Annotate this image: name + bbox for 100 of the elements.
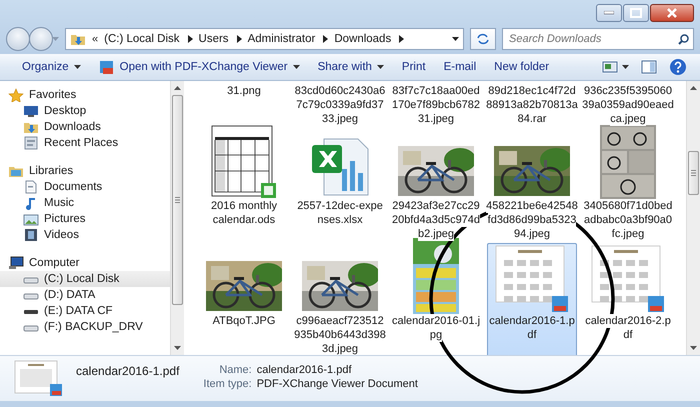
file-name: calendar2016-01.j (392, 314, 480, 328)
caret-icon[interactable] (452, 37, 459, 41)
chevron-icon[interactable] (188, 35, 193, 43)
nav-item[interactable]: Favorites (0, 87, 170, 103)
caret-icon (52, 37, 59, 41)
toolbar-button[interactable]: New folder (486, 58, 558, 76)
toolbar-button[interactable]: Print (394, 58, 434, 76)
file-name: 458221be6e42548 (486, 199, 578, 213)
nav-item[interactable]: Recent Places (0, 135, 170, 151)
search-icon (678, 34, 689, 44)
property-label: Item type: (203, 378, 252, 390)
nav-item[interactable]: Pictures (0, 211, 170, 227)
nav-item[interactable]: Desktop (0, 103, 170, 119)
breadcrumb[interactable]: Users (198, 33, 229, 45)
file-name: calendar2016-1.p (489, 314, 575, 328)
grip-icon (175, 197, 180, 203)
file-name: 33.jpeg (322, 112, 358, 126)
file-item[interactable]: 2557-12dec-expe nses.xlsx (295, 128, 385, 243)
file-name: fd3d86d99ba5323 (488, 213, 576, 227)
file-item[interactable]: 458221be6e42548 fd3d86d99ba5323 94.jpeg (487, 128, 577, 243)
toolbar-button[interactable]: E-mail (436, 58, 484, 76)
documents-icon (23, 180, 39, 194)
file-item[interactable]: c996aeacf723512 935b40b6443d398 3d.jpeg (295, 243, 385, 355)
file-name: ca.jpeg (610, 112, 646, 126)
nav-item[interactable]: Music (0, 195, 170, 211)
nav-item[interactable]: (F:) BACKUP_DRV (0, 319, 170, 335)
help-icon (669, 58, 687, 76)
file-item[interactable]: 83cd0d60c2430a6 7c79c0339a9fd37 33.jpeg (295, 81, 385, 128)
file-name: calendar2016-2.p (585, 314, 671, 328)
down-arrow-icon[interactable] (174, 346, 181, 350)
minimize-button[interactable] (596, 4, 622, 22)
nav-item[interactable]: Computer (0, 255, 170, 271)
search-box[interactable]: Search Downloads (502, 28, 694, 50)
file-item[interactable]: calendar2016-2.p df (583, 243, 673, 355)
view-icon (602, 61, 618, 73)
refresh-button[interactable] (470, 28, 496, 50)
file-item[interactable]: 83f7c7c18aa00ed 170e7f89bcb6782 31.jpeg (391, 81, 481, 128)
file-item[interactable]: 31.png (199, 81, 289, 128)
scrollbar[interactable] (686, 81, 700, 355)
downloads-icon (23, 120, 39, 134)
file-item[interactable]: 2016 monthly calendar.ods (199, 128, 289, 243)
down-arrow-icon[interactable] (690, 346, 697, 350)
up-arrow-icon[interactable] (174, 86, 181, 90)
pane-icon (641, 60, 657, 74)
file-name: ATBqoT.JPG (212, 314, 276, 328)
folder-icon (70, 32, 86, 46)
pdf-thumbnail (14, 360, 64, 398)
breadcrumb[interactable]: (C:) Local Disk (104, 33, 180, 45)
computer-icon (8, 256, 24, 270)
toolbar-button[interactable]: Open with PDF-XChange Viewer (90, 56, 308, 78)
file-name: 31.jpeg (418, 112, 454, 126)
overflow-chevron[interactable]: « (92, 33, 98, 45)
file-item[interactable]: 89d218ec1c4f72d 88913a82b70813a 84.rar (487, 81, 577, 128)
chevron-icon[interactable] (236, 35, 242, 43)
refresh-icon (476, 33, 490, 45)
forward-button[interactable] (29, 27, 53, 51)
nav-item[interactable]: Documents (0, 179, 170, 195)
nav-item[interactable]: (C:) Local Disk (0, 271, 170, 287)
property-label: Name: (218, 364, 252, 376)
maximize-button[interactable] (623, 4, 649, 22)
file-item[interactable]: 936c235f5395060 39a0359ad90eaed ca.jpeg (583, 81, 673, 128)
nav-item[interactable]: (D:) DATA (0, 287, 170, 303)
app-icon (98, 60, 115, 74)
file-name: 2016 monthly (210, 199, 278, 213)
nav-item[interactable]: Videos (0, 227, 170, 243)
file-name: 31.png (227, 84, 261, 98)
close-icon (666, 8, 678, 18)
file-item[interactable]: 29423af3e27cc29 20bfd4a3d5c974d b2.jpeg (391, 128, 481, 243)
address-bar[interactable]: « (C:) Local Disk Users Administrator Downloads (65, 28, 464, 50)
chevron-icon[interactable] (323, 35, 328, 43)
desktop-icon (23, 104, 39, 118)
chevron-icon[interactable] (399, 35, 404, 43)
toolbar-button[interactable]: Share with (310, 58, 392, 76)
scrollbar[interactable] (170, 81, 184, 355)
back-button[interactable] (6, 27, 30, 51)
file-name: fc.jpeg (612, 227, 644, 241)
file-name: df (527, 328, 537, 342)
file-name: 94.jpeg (514, 227, 550, 241)
search-field[interactable]: Search Downloads (507, 33, 678, 45)
minimize-icon (604, 11, 614, 15)
file-item[interactable]: calendar2016-01.j pg (391, 243, 481, 355)
up-arrow-icon[interactable] (690, 86, 697, 90)
nav-item[interactable]: Downloads (0, 119, 170, 135)
nav-item[interactable]: Libraries (0, 163, 170, 179)
file-item[interactable]: 3405680f71d0bed adbabc0a3bf90a0 fc.jpeg (583, 128, 673, 243)
recent-icon (23, 136, 39, 150)
file-name: b2.jpeg (418, 227, 454, 241)
file-name: 2557-12dec-expe (297, 199, 383, 213)
file-item[interactable]: ATBqoT.JPG (199, 243, 289, 355)
breadcrumb[interactable]: Administrator (248, 33, 316, 45)
nav-item[interactable]: (E:) DATA CF (0, 303, 170, 319)
file-item[interactable]: calendar2016-1.p df (487, 243, 577, 355)
breadcrumb[interactable]: Downloads (334, 33, 392, 45)
grip-icon (691, 170, 696, 176)
file-name: 3d.jpeg (322, 342, 358, 355)
toolbar-button[interactable]: Organize (14, 58, 89, 76)
close-button[interactable] (650, 4, 694, 22)
property-value: calendar2016-1.pdf (256, 364, 353, 376)
videos-icon (23, 228, 39, 242)
libraries-icon (8, 164, 24, 178)
